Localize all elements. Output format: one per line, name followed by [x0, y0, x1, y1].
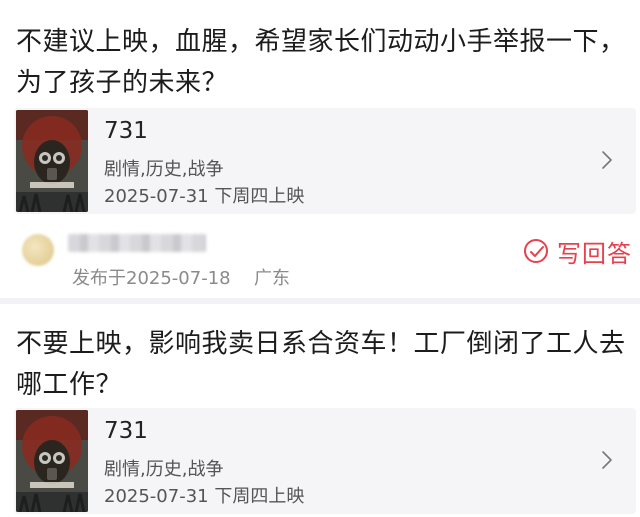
username-redacted — [68, 234, 206, 252]
post-item: 不建议上映，血腥，希望家长们动动小手举报一下，为了孩子的未来？ 731 剧情,历… — [0, 0, 640, 298]
post-item: 不要上映，影响我卖日系合资车！工厂倒闭了工人去哪工作？ 731 剧情,历史,战争… — [0, 304, 640, 517]
movie-card[interactable]: 731 剧情,历史,战争 2025-07-31 下周四上映 — [14, 108, 636, 214]
movie-card[interactable]: 731 剧情,历史,战争 2025-07-31 下周四上映 — [14, 408, 636, 514]
post-timestamp: 发布于2025-07-18 — [72, 268, 231, 289]
movie-genre: 剧情,历史,战争 — [104, 459, 224, 480]
edit-circle-icon — [524, 239, 548, 263]
movie-genre: 剧情,历史,战争 — [104, 159, 224, 180]
post-text: 不要上映，影响我卖日系合资车！工厂倒闭了工人去哪工作？ — [16, 329, 626, 400]
post-location: 广东 — [254, 268, 290, 289]
write-answer-button[interactable]: 写回答 — [523, 236, 632, 268]
post-meta: 发布于2025-07-18 广东 写回答 — [0, 226, 640, 294]
movie-release-date: 2025-07-31 下周四上映 — [104, 486, 305, 507]
movie-title: 731 — [104, 418, 148, 444]
movie-poster — [16, 110, 88, 212]
chevron-right-icon — [602, 151, 612, 169]
movie-poster — [16, 410, 88, 512]
movie-title: 731 — [104, 118, 148, 144]
chevron-right-icon — [602, 451, 612, 469]
post-text: 不建议上映，血腥，希望家长们动动小手举报一下，为了孩子的未来？ — [16, 27, 626, 98]
movie-release-date: 2025-07-31 下周四上映 — [104, 186, 305, 207]
write-answer-label: 写回答 — [557, 239, 632, 268]
avatar[interactable] — [22, 234, 54, 266]
